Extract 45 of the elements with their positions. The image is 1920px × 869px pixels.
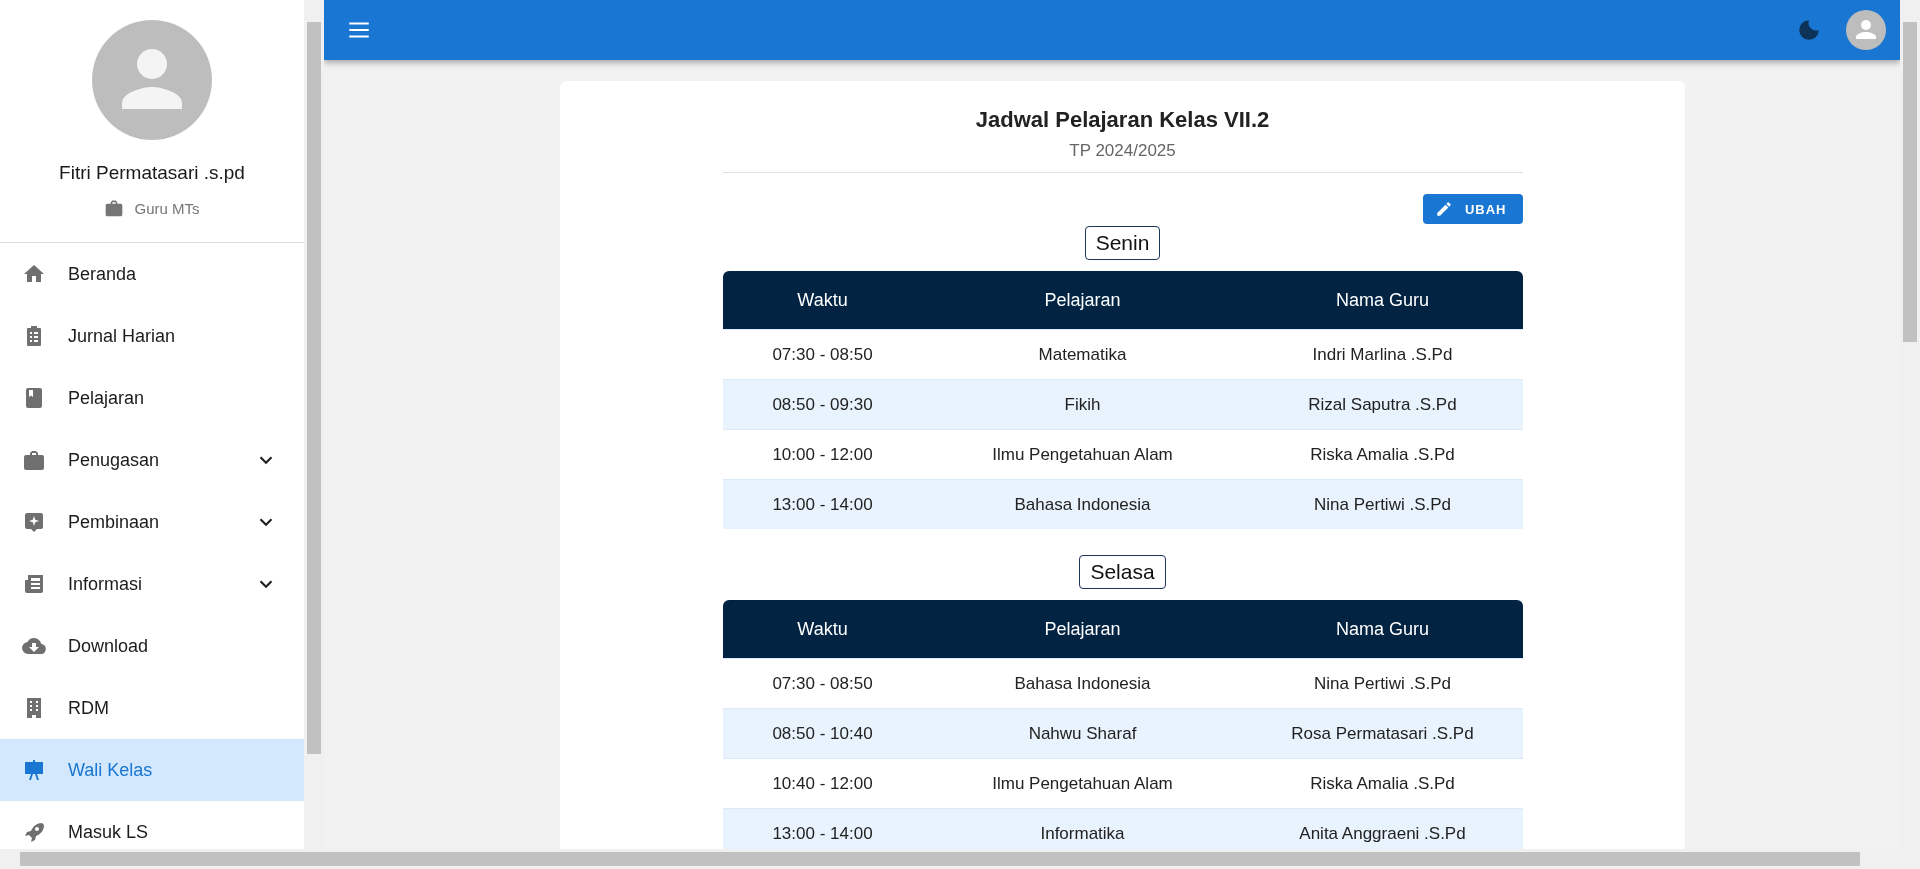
column-header: Pelajaran bbox=[1044, 618, 1121, 640]
newspaper-icon bbox=[22, 572, 46, 596]
column-header: Waktu bbox=[797, 289, 848, 311]
easel-icon bbox=[22, 758, 46, 782]
user-role: Guru MTs bbox=[134, 199, 200, 217]
table-cell: Informatika bbox=[922, 808, 1243, 849]
user-name: Fitri Permatasari .s.pd bbox=[59, 162, 245, 184]
avatar-icon bbox=[92, 20, 212, 140]
briefcase-icon bbox=[104, 198, 125, 218]
rocket-icon bbox=[22, 820, 46, 844]
column-header: Waktu bbox=[797, 618, 848, 640]
table-cell: 08:50 - 09:30 bbox=[722, 379, 923, 430]
table-cell: 13:00 - 14:00 bbox=[722, 808, 923, 849]
table-cell: Nina Pertiwi .S.Pd bbox=[1242, 479, 1523, 529]
page-subtitle: TP 2024/2025 bbox=[1068, 141, 1177, 161]
pencil-icon bbox=[1434, 200, 1453, 218]
sidebar-item[interactable]: Penugasan bbox=[0, 429, 304, 491]
page-title: Jadwal Pelajaran Kelas VII.2 bbox=[974, 107, 1271, 133]
column-header: Pelajaran bbox=[1044, 289, 1121, 311]
day-label: Selasa bbox=[1079, 555, 1166, 589]
column-header: Nama Guru bbox=[1335, 618, 1429, 640]
sidebar-item[interactable]: Pembinaan bbox=[0, 491, 304, 553]
sidebar-item[interactable]: Wali Kelas bbox=[0, 739, 304, 801]
table-cell: Rosa Permatasari .S.Pd bbox=[1242, 708, 1523, 759]
sidebar-item[interactable]: Download bbox=[0, 615, 304, 677]
table-cell: Fikih bbox=[922, 379, 1243, 430]
table-cell: Rizal Saputra .S.Pd bbox=[1242, 379, 1523, 430]
table-cell: 08:50 - 10:40 bbox=[722, 708, 923, 759]
briefcase-icon bbox=[22, 448, 46, 472]
sparkle-icon bbox=[22, 510, 46, 534]
table-cell: 13:00 - 14:00 bbox=[722, 479, 923, 529]
column-header: Nama Guru bbox=[1335, 289, 1429, 311]
edit-button[interactable]: UBAH bbox=[1422, 194, 1523, 224]
sidebar-item[interactable]: Informasi bbox=[0, 553, 304, 615]
moon-icon[interactable] bbox=[1796, 17, 1822, 43]
sidebar-item[interactable]: RDM bbox=[0, 677, 304, 739]
sidebar-item[interactable]: Beranda bbox=[0, 243, 304, 305]
table-cell: Bahasa Indonesia bbox=[922, 479, 1243, 529]
table-cell: Anita Anggraeni .S.Pd bbox=[1242, 808, 1523, 849]
sidebar-item[interactable]: Pelajaran bbox=[0, 367, 304, 429]
table-cell: Nahwu Sharaf bbox=[922, 708, 1243, 759]
sidebar-item[interactable]: Masuk LS bbox=[0, 801, 304, 849]
avatar-icon[interactable] bbox=[1846, 10, 1886, 50]
day-label: Senin bbox=[1084, 226, 1161, 260]
sidebar-item[interactable]: Jurnal Harian bbox=[0, 305, 304, 367]
